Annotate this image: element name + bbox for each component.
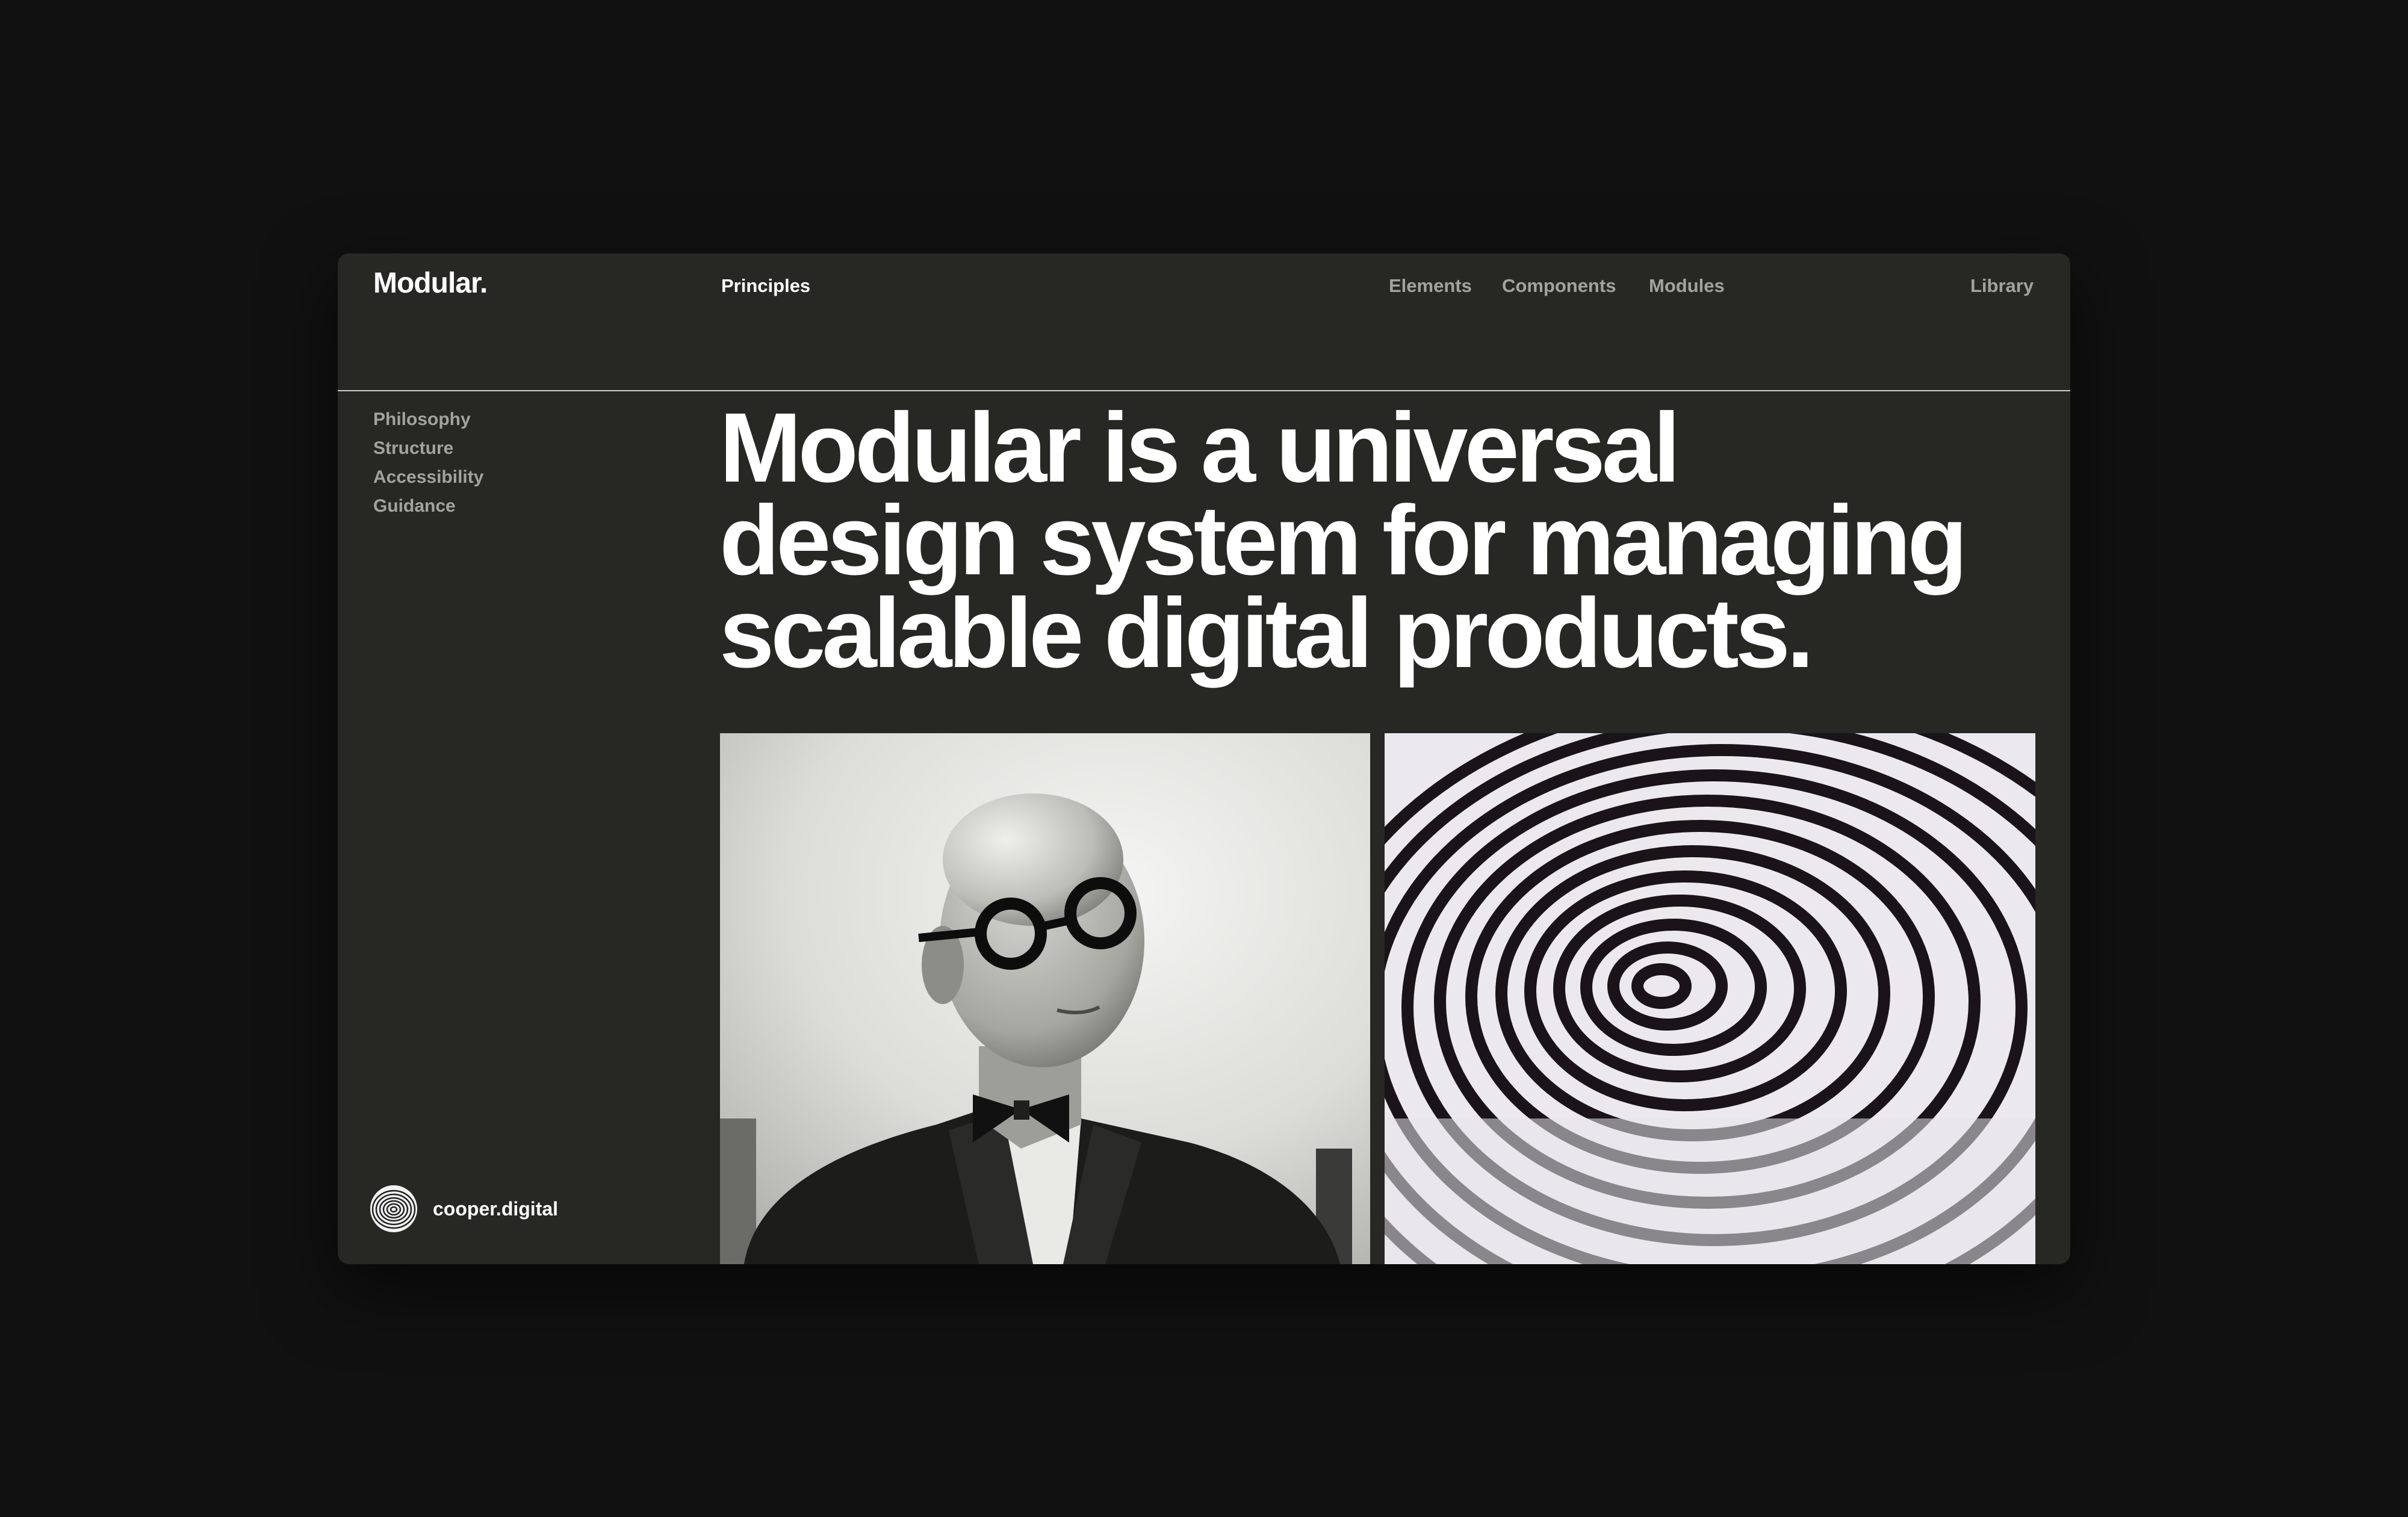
fingerprint-illustration <box>1385 733 2035 1264</box>
footer-brand[interactable]: cooper.digital <box>370 1185 558 1232</box>
sidebar-item-guidance[interactable]: Guidance <box>373 492 483 521</box>
hero-line-3: scalable digital products. <box>719 578 1814 688</box>
sidebar-item-philosophy[interactable]: Philosophy <box>373 405 483 434</box>
hero-heading: Modular is a universal design system for… <box>719 399 2044 683</box>
fingerprint-photo <box>1385 733 2035 1264</box>
nav-elements[interactable]: Elements <box>1389 275 1472 297</box>
app-window: Modular. Principles Elements Components … <box>338 253 2070 1264</box>
fingerprint-icon <box>370 1185 417 1232</box>
nav-components[interactable]: Components <box>1502 275 1616 297</box>
header-divider <box>338 390 2070 391</box>
sidebar-item-structure[interactable]: Structure <box>373 434 483 463</box>
sidebar-item-accessibility[interactable]: Accessibility <box>373 463 483 492</box>
sidebar-nav: Philosophy Structure Accessibility Guida… <box>373 405 483 521</box>
portrait-illustration <box>720 733 1370 1264</box>
brand-logo[interactable]: Modular. <box>373 267 488 300</box>
page-backdrop: Modular. Principles Elements Components … <box>0 0 2408 1517</box>
top-navigation: Modular. Principles Elements Components … <box>338 253 2070 391</box>
footer-brand-label: cooper.digital <box>433 1197 559 1220</box>
nav-principles[interactable]: Principles <box>721 275 810 297</box>
portrait-photo <box>720 733 1370 1264</box>
nav-library[interactable]: Library <box>1970 275 2034 297</box>
nav-modules[interactable]: Modules <box>1649 275 1725 297</box>
